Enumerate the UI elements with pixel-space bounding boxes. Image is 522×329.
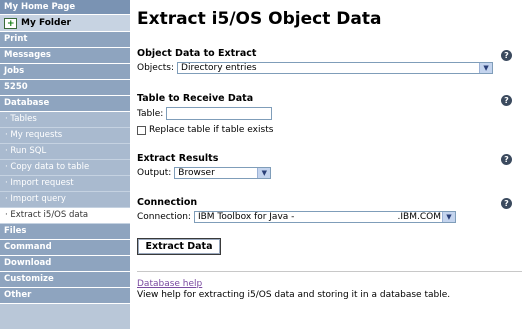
table-label: Table: xyxy=(137,108,164,119)
sidebar-item-other[interactable]: Other xyxy=(0,288,130,304)
sidebar-item-label: · Run SQL xyxy=(5,146,47,156)
sidebar-item-label: · Copy data to table xyxy=(5,162,90,172)
sidebar-item-messages[interactable]: Messages xyxy=(0,48,130,64)
objects-select[interactable]: Directory entries ▼ xyxy=(177,62,494,74)
sidebar-item-my-requests[interactable]: · My requests xyxy=(0,128,130,144)
help-icon[interactable]: ? xyxy=(501,154,512,165)
folder-add-icon xyxy=(4,16,17,32)
object-section: Object Data to Extract Objects: Director… xyxy=(137,48,517,74)
sidebar-item-label: Messages xyxy=(4,50,51,60)
chevron-down-icon: ▼ xyxy=(479,63,493,73)
connection-section-title: Connection xyxy=(137,197,198,208)
output-select[interactable]: Browser ▼ xyxy=(174,167,272,179)
divider xyxy=(137,271,522,272)
chevron-down-icon: ▼ xyxy=(441,212,455,222)
sidebar-item-import-request[interactable]: · Import request xyxy=(0,176,130,192)
connection-select[interactable]: IBM Toolbox for Java - .IBM.COM ▼ xyxy=(193,211,456,223)
output-label: Output: xyxy=(137,168,172,178)
sidebar-item-database[interactable]: Database xyxy=(0,96,130,112)
sidebar-item-label: · Tables xyxy=(5,114,37,124)
help-description: View help for extracting i5/OS data and … xyxy=(137,290,451,300)
output-select-value: Browser xyxy=(178,168,215,178)
sidebar-item-copy-data-to-table[interactable]: · Copy data to table xyxy=(0,160,130,176)
chevron-down-icon: ▼ xyxy=(257,168,271,178)
sidebar-item-label: Download xyxy=(4,258,52,268)
sidebar-folder-label: My Folder xyxy=(21,18,71,28)
sidebar-item-files[interactable]: Files xyxy=(0,224,130,240)
results-section-title: Extract Results xyxy=(137,153,219,164)
sidebar-item-download[interactable]: Download xyxy=(0,256,130,272)
replace-table-label: Replace table if table exists xyxy=(149,125,274,135)
help-icon[interactable]: ? xyxy=(501,95,512,106)
sidebar-home-link[interactable]: My Home Page xyxy=(0,0,130,15)
connection-select-value: IBM Toolbox for Java - xyxy=(197,212,295,222)
sidebar-item-label: Customize xyxy=(4,274,54,284)
sidebar-item-label: Database xyxy=(4,98,50,108)
sidebar-item-extract-i5-os-data[interactable]: · Extract i5/OS data xyxy=(0,208,130,224)
sidebar-item-label: Print xyxy=(4,34,28,44)
sidebar: My Home Page My Folder Print Messages Jobs… xyxy=(0,0,130,329)
replace-table-checkbox[interactable] xyxy=(137,125,146,135)
sidebar-item-command[interactable]: Command xyxy=(0,240,130,256)
connection-section: Connection Connection: IBM Toolbox for J… xyxy=(137,197,517,223)
sidebar-item-label: Files xyxy=(4,226,27,236)
sidebar-item-tables[interactable]: · Tables xyxy=(0,112,130,128)
sidebar-item-label: · My requests xyxy=(5,130,63,140)
sidebar-item-label: Jobs xyxy=(4,66,25,76)
sidebar-my-folder[interactable]: My Folder xyxy=(0,15,130,32)
sidebar-item-label: · Import query xyxy=(5,194,66,204)
sidebar-item-5250[interactable]: 5250 xyxy=(0,80,130,96)
sidebar-item-label: 5250 xyxy=(4,82,28,92)
help-icon[interactable]: ? xyxy=(501,50,512,61)
connection-label: Connection: xyxy=(137,212,191,222)
sidebar-items: Print Messages Jobs 5250 Database · Tables · M… xyxy=(0,32,130,304)
table-name-input[interactable] xyxy=(166,107,273,120)
sidebar-item-label: · Import request xyxy=(5,178,74,188)
sidebar-item-import-query[interactable]: · Import query xyxy=(0,192,130,208)
results-section: Extract Results Output: Browser ▼ xyxy=(137,153,517,179)
connection-select-host: .IBM.COM xyxy=(397,212,441,222)
sidebar-item-label: · Extract i5/OS data xyxy=(5,210,89,220)
sidebar-item-print[interactable]: Print xyxy=(0,32,130,48)
table-section: Table to Receive Data Table: Replace tab… xyxy=(137,93,517,135)
help-icon[interactable]: ? xyxy=(501,198,512,209)
page-title: Extract i5/OS Object Data xyxy=(137,9,382,29)
database-help-link[interactable]: Database help xyxy=(137,279,202,289)
objects-label: Objects: xyxy=(137,63,175,73)
sidebar-item-jobs[interactable]: Jobs xyxy=(0,64,130,80)
object-section-title: Object Data to Extract xyxy=(137,48,257,59)
sidebar-item-run-sql[interactable]: · Run SQL xyxy=(0,144,130,160)
sidebar-item-label: Command xyxy=(4,242,52,252)
sidebar-item-customize[interactable]: Customize xyxy=(0,272,130,288)
objects-select-value: Directory entries xyxy=(181,63,257,73)
table-section-title: Table to Receive Data xyxy=(137,93,254,104)
extract-data-button[interactable]: Extract Data xyxy=(137,238,221,255)
sidebar-item-label: Other xyxy=(4,290,32,300)
